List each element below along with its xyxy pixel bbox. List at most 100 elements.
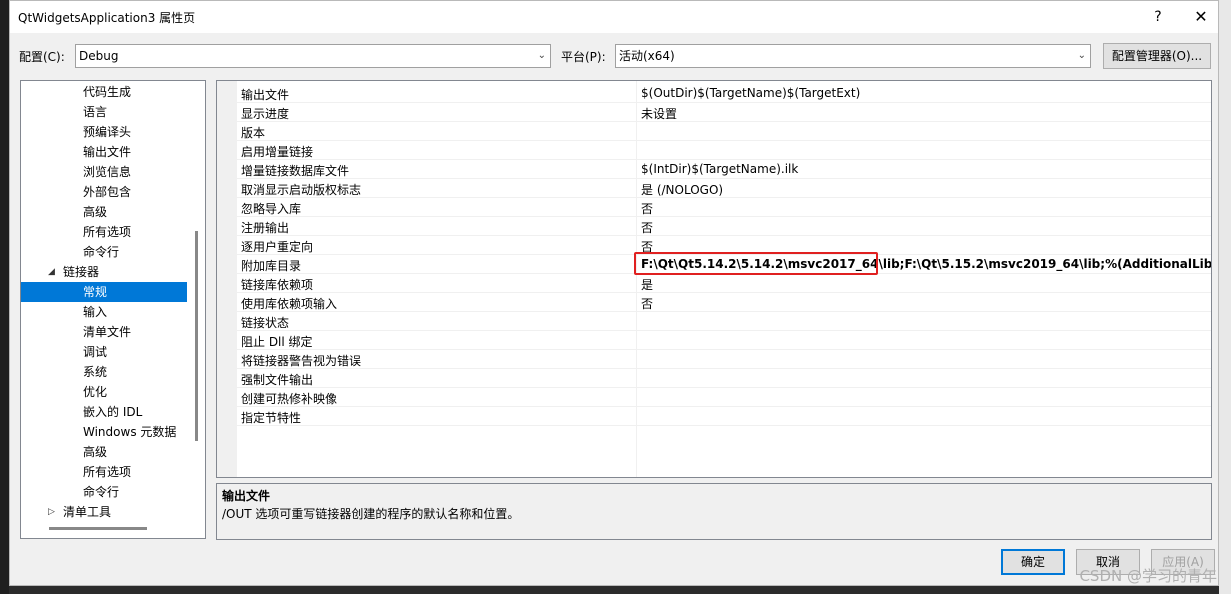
tree-item[interactable]: 代码生成 xyxy=(21,82,187,102)
config-manager-button[interactable]: 配置管理器(O)... xyxy=(1103,43,1211,69)
tree-item[interactable]: 语言 xyxy=(21,102,187,122)
tree-item[interactable]: 所有选项 xyxy=(21,462,187,482)
property-value[interactable]: $(IntDir)$(TargetName).ilk xyxy=(641,162,798,176)
tree-item[interactable]: 预编译头 xyxy=(21,122,187,142)
tree-item-label: 语言 xyxy=(83,105,108,119)
tree-item[interactable]: 优化 xyxy=(21,382,187,402)
property-name: 忽略导入库 xyxy=(241,202,302,216)
property-row[interactable]: 输出文件 $(OutDir)$(TargetName)$(TargetExt) xyxy=(237,84,1211,103)
config-combo-value: Debug xyxy=(79,49,119,63)
tree-item[interactable]: 常规 xyxy=(21,282,187,302)
property-row[interactable]: 将链接器警告视为错误 xyxy=(237,350,1211,369)
tree-item-label: 代码生成 xyxy=(83,85,132,99)
help-button[interactable]: ? xyxy=(1148,5,1168,29)
tree-item[interactable]: 调试 xyxy=(21,342,187,362)
tree-item[interactable]: 外部包含 xyxy=(21,182,187,202)
tree-item[interactable]: ◢ 链接器 xyxy=(21,262,187,282)
tree-item-label: 调试 xyxy=(83,345,108,359)
description-title: 输出文件 xyxy=(222,489,271,503)
config-combo[interactable]: Debug ⌄ xyxy=(75,44,551,68)
property-name: 输出文件 xyxy=(241,88,290,102)
tree-item[interactable]: 系统 xyxy=(21,362,187,382)
property-name: 使用库依赖项输入 xyxy=(241,297,338,311)
tree-item-label: 预编译头 xyxy=(83,125,132,139)
tree-item[interactable]: 命令行 xyxy=(21,482,187,502)
chevron-down-icon: ⌄ xyxy=(537,50,546,61)
tree-item-label: 命令行 xyxy=(83,485,120,499)
property-name: 将链接器警告视为错误 xyxy=(241,354,362,368)
property-value[interactable]: 否 xyxy=(641,295,653,312)
tree-item[interactable]: 所有选项 xyxy=(21,222,187,242)
property-row[interactable]: 忽略导入库 否 xyxy=(237,198,1211,217)
property-row[interactable]: 使用库依赖项输入 否 xyxy=(237,293,1211,312)
property-row[interactable]: 链接状态 xyxy=(237,312,1211,331)
tree-item[interactable]: 嵌入的 IDL xyxy=(21,402,187,422)
property-value[interactable]: 否 xyxy=(641,219,653,236)
property-name: 附加库目录 xyxy=(241,259,302,273)
window-title: QtWidgetsApplication3 属性页 xyxy=(18,11,196,25)
tree-item[interactable]: ▷ 清单工具 xyxy=(21,502,187,522)
property-name: 链接库依赖项 xyxy=(241,278,314,292)
tree-vertical-scrollbar[interactable] xyxy=(195,231,198,441)
property-row[interactable]: 强制文件输出 xyxy=(237,369,1211,388)
tree-horizontal-scrollbar[interactable] xyxy=(49,527,147,530)
tree-item[interactable]: 输出文件 xyxy=(21,142,187,162)
property-name: 强制文件输出 xyxy=(241,373,314,387)
tree-item-label: 清单文件 xyxy=(83,325,132,339)
property-row[interactable]: 启用增量链接 xyxy=(237,141,1211,160)
property-row[interactable]: 注册输出 否 xyxy=(237,217,1211,236)
property-row[interactable]: 显示进度 未设置 xyxy=(237,103,1211,122)
tree-item[interactable]: 浏览信息 xyxy=(21,162,187,182)
tree-item[interactable]: Windows 元数据 xyxy=(21,422,187,442)
property-name: 增量链接数据库文件 xyxy=(241,164,350,178)
tree-item[interactable]: 输入 xyxy=(21,302,187,322)
tree-item-label: 嵌入的 IDL xyxy=(83,405,143,419)
tree-item-label: 系统 xyxy=(83,365,108,379)
chevron-down-icon: ⌄ xyxy=(1077,50,1086,61)
platform-label: 平台(P): xyxy=(561,50,606,64)
tree-item[interactable]: 清单文件 xyxy=(21,322,187,342)
property-row[interactable]: 取消显示启动版权标志 是 (/NOLOGO) xyxy=(237,179,1211,198)
tree-item-label: 输出文件 xyxy=(83,145,132,159)
property-value[interactable]: 是 (/NOLOGO) xyxy=(641,181,723,198)
expanded-arrow-icon[interactable]: ◢ xyxy=(48,262,55,282)
tree-item-label: 清单工具 xyxy=(63,505,112,519)
tree-item-label: 优化 xyxy=(83,385,108,399)
platform-combo[interactable]: 活动(x64) ⌄ xyxy=(615,44,1091,68)
property-tree: 代码生成 语言 预编译头 输出文件 浏览信息 外部包含 高级 所有选项 命令行 ◢ 链接器 常规 输入清… xyxy=(20,80,206,539)
property-row[interactable]: 创建可热修补映像 xyxy=(237,388,1211,407)
title-bar: QtWidgetsApplication3 属性页 ? ✕ xyxy=(10,1,1218,33)
tree-item-label: 高级 xyxy=(83,445,108,459)
background-right xyxy=(1219,0,1231,594)
property-row[interactable]: 链接库依赖项 是 xyxy=(237,274,1211,293)
property-row[interactable]: 指定节特性 xyxy=(237,407,1211,426)
property-name: 阻止 Dll 绑定 xyxy=(241,335,313,349)
background-left xyxy=(0,0,9,594)
tree-item-label: 所有选项 xyxy=(83,465,132,479)
description-panel: 输出文件 /OUT 选项可重写链接器创建的程序的默认名称和位置。 xyxy=(216,483,1212,540)
property-row[interactable]: 版本 xyxy=(237,122,1211,141)
tree-item-label: 外部包含 xyxy=(83,185,132,199)
tree-item-label: 链接器 xyxy=(63,265,100,279)
collapsed-arrow-icon[interactable]: ▷ xyxy=(48,502,55,522)
property-name: 链接状态 xyxy=(241,316,290,330)
tree-item[interactable]: 高级 xyxy=(21,442,187,462)
property-grid: 输出文件 $(OutDir)$(TargetName)$(TargetExt) 显示… xyxy=(216,80,1212,478)
config-label: 配置(C): xyxy=(19,50,65,64)
property-row[interactable]: 阻止 Dll 绑定 xyxy=(237,331,1211,350)
tree-item[interactable]: 命令行 xyxy=(21,242,187,262)
property-row[interactable]: 增量链接数据库文件 $(IntDir)$(TargetName).ilk xyxy=(237,160,1211,179)
tree-item-label: 命令行 xyxy=(83,245,120,259)
platform-combo-value: 活动(x64) xyxy=(619,49,675,63)
property-value[interactable]: $(OutDir)$(TargetName)$(TargetExt) xyxy=(641,86,860,100)
property-name: 创建可热修补映像 xyxy=(241,392,338,406)
close-button[interactable]: ✕ xyxy=(1190,5,1212,29)
ok-button[interactable]: 确定 xyxy=(1001,549,1065,575)
tree-item[interactable]: 高级 xyxy=(21,202,187,222)
property-value[interactable]: 是 xyxy=(641,276,653,293)
highlight-annotation xyxy=(634,252,878,275)
property-value[interactable]: 否 xyxy=(641,200,653,217)
property-value[interactable]: 未设置 xyxy=(641,105,677,122)
grid-column-divider[interactable] xyxy=(636,81,637,477)
property-name: 版本 xyxy=(241,126,266,140)
